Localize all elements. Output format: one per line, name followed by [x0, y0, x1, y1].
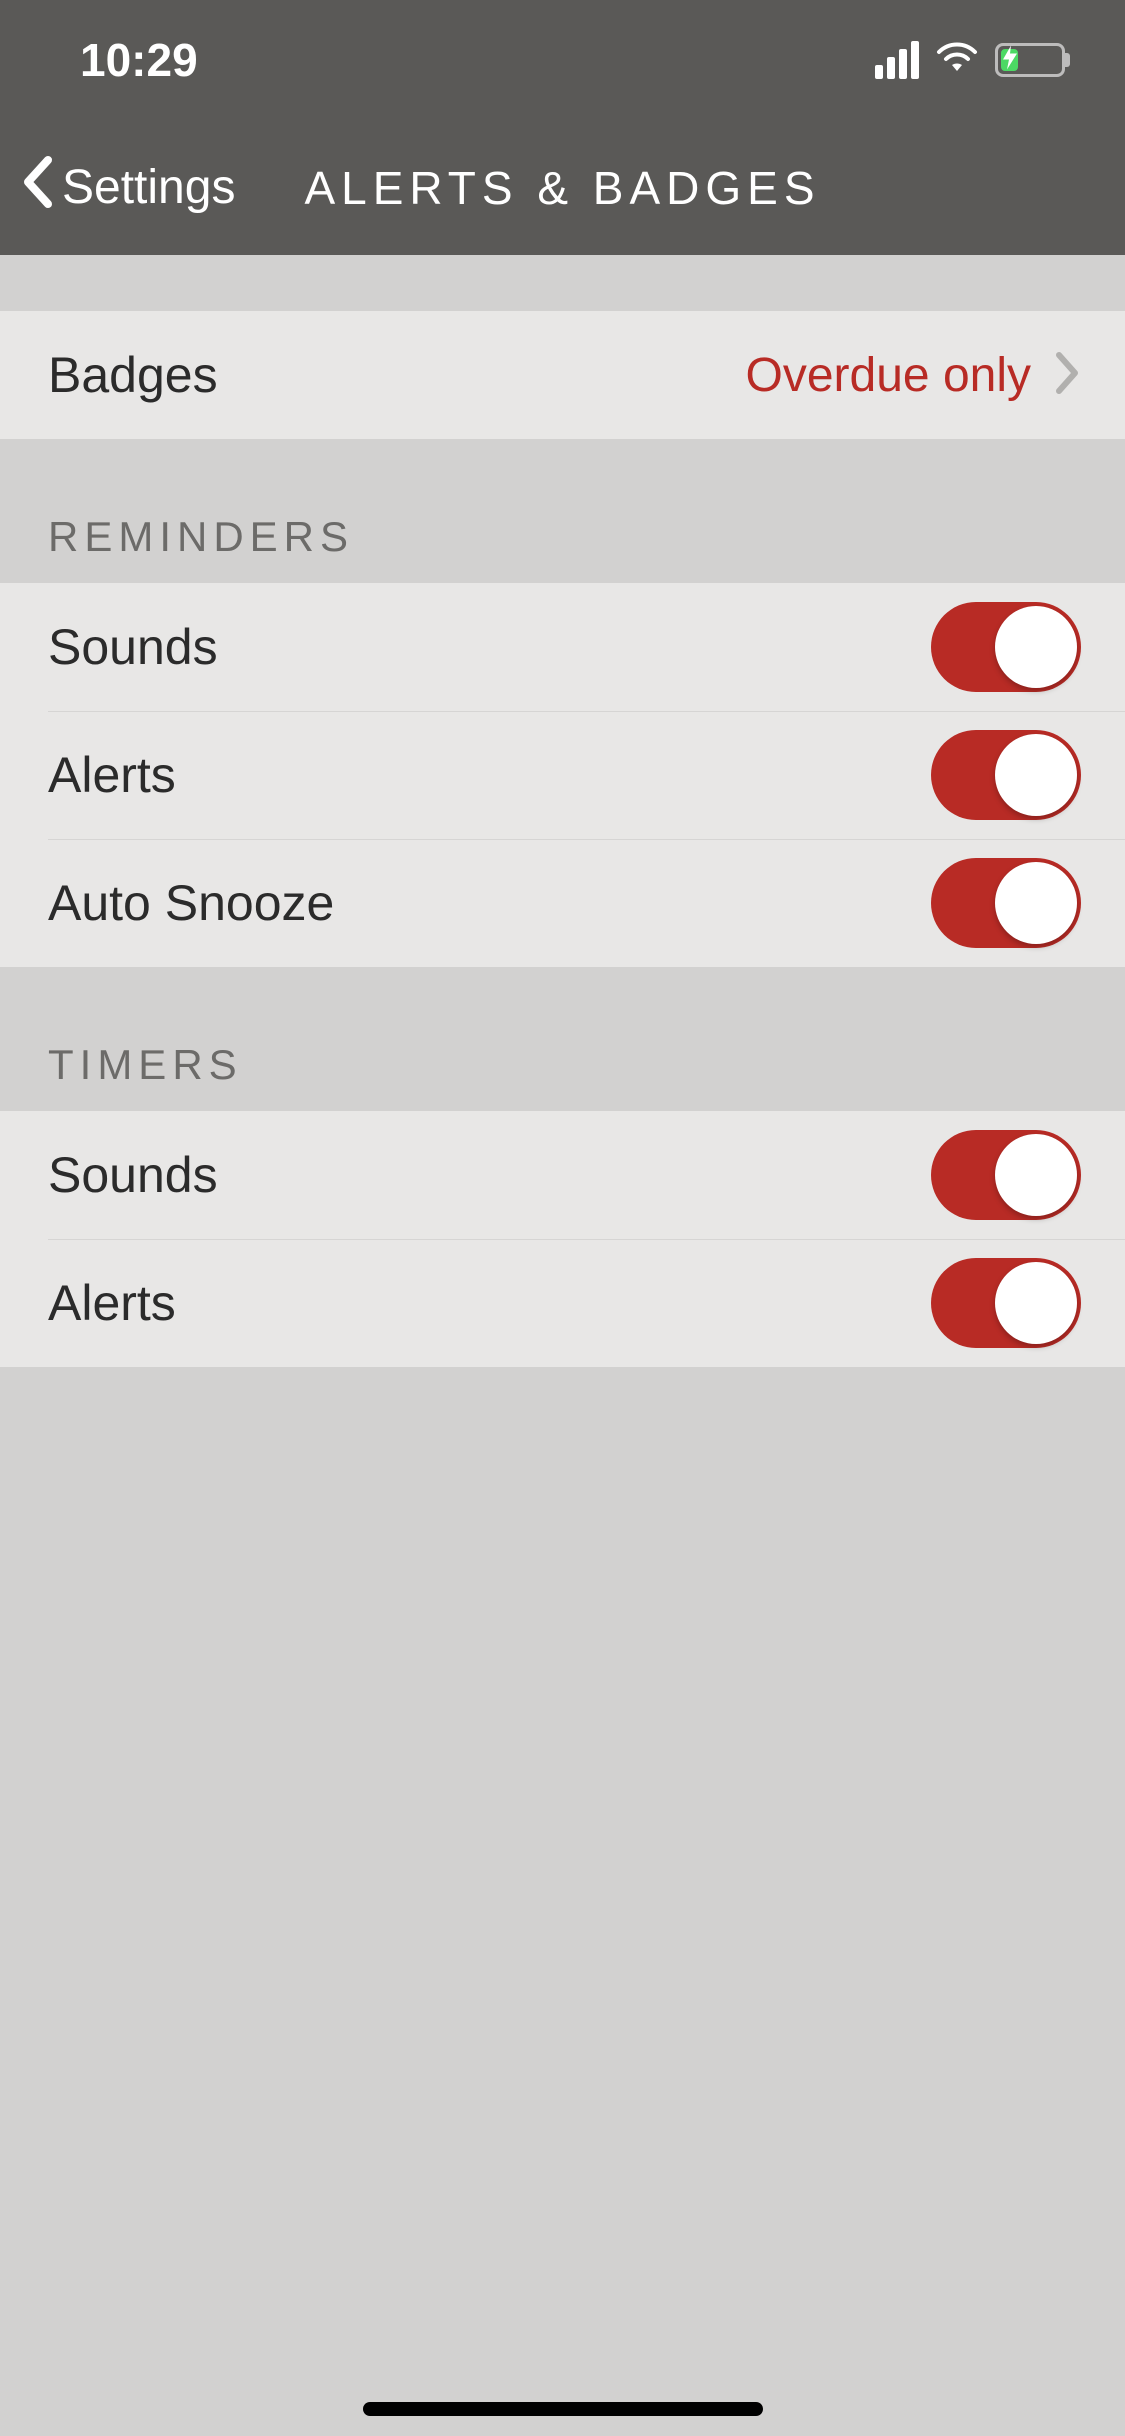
badges-label: Badges [48, 346, 218, 404]
back-label: Settings [62, 160, 235, 215]
timers-alerts-toggle[interactable] [931, 1258, 1081, 1348]
status-bar: 10:29 [0, 0, 1125, 120]
status-time: 10:29 [80, 33, 198, 87]
timers-alerts-row: Alerts [0, 1239, 1125, 1367]
timers-sounds-toggle[interactable] [931, 1130, 1081, 1220]
toggle-knob [995, 1134, 1077, 1216]
toggle-knob [995, 862, 1077, 944]
content: Badges Overdue only REMINDERS Sounds Ale… [0, 255, 1125, 1367]
chevron-left-icon [20, 154, 56, 222]
navigation-bar: Settings ALERTS & BADGES [0, 120, 1125, 255]
status-indicators [875, 41, 1065, 80]
reminders-alerts-label: Alerts [48, 746, 176, 804]
toggle-knob [995, 734, 1077, 816]
reminders-alerts-row: Alerts [0, 711, 1125, 839]
back-button[interactable]: Settings [0, 154, 235, 222]
toggle-knob [995, 606, 1077, 688]
reminders-autosnooze-toggle[interactable] [931, 858, 1081, 948]
battery-icon [995, 43, 1065, 77]
badges-row[interactable]: Badges Overdue only [0, 311, 1125, 439]
badges-value: Overdue only [746, 348, 1032, 403]
timers-sounds-row: Sounds [0, 1111, 1125, 1239]
timers-alerts-label: Alerts [48, 1274, 176, 1332]
page-title: ALERTS & BADGES [304, 161, 820, 215]
home-indicator[interactable] [363, 2402, 763, 2416]
timers-header: TIMERS [0, 967, 1125, 1111]
reminders-header: REMINDERS [0, 439, 1125, 583]
wifi-icon [935, 41, 979, 80]
timers-group: Sounds Alerts [0, 1111, 1125, 1367]
toggle-knob [995, 1262, 1077, 1344]
reminders-group: Sounds Alerts Auto Snooze [0, 583, 1125, 967]
chevron-right-icon [1055, 351, 1081, 400]
reminders-autosnooze-label: Auto Snooze [48, 874, 334, 932]
section-gap [0, 255, 1125, 311]
charging-bolt-icon [1003, 46, 1017, 75]
reminders-sounds-label: Sounds [48, 618, 218, 676]
reminders-alerts-toggle[interactable] [931, 730, 1081, 820]
timers-sounds-label: Sounds [48, 1146, 218, 1204]
cellular-signal-icon [875, 41, 919, 79]
reminders-autosnooze-row: Auto Snooze [0, 839, 1125, 967]
reminders-sounds-toggle[interactable] [931, 602, 1081, 692]
badges-group: Badges Overdue only [0, 311, 1125, 439]
reminders-sounds-row: Sounds [0, 583, 1125, 711]
